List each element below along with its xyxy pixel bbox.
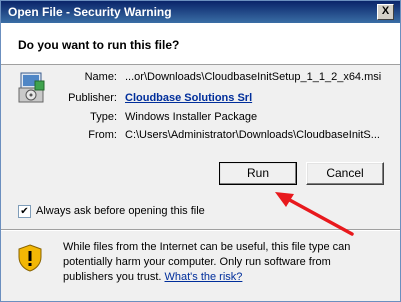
file-source-value: C:\Users\Administrator\Downloads\Cloudba… (125, 129, 380, 141)
whats-the-risk-link[interactable]: What's the risk? (165, 271, 243, 283)
divider-highlight (1, 230, 400, 231)
cancel-button[interactable]: Cancel (306, 162, 384, 185)
from-label: From: (88, 129, 117, 141)
publisher-label: Publisher: (68, 92, 117, 104)
header-panel: Do you want to run this file? (1, 23, 400, 65)
file-type-value: Windows Installer Package (125, 111, 258, 123)
security-shield-icon (18, 244, 42, 272)
run-button[interactable]: Run (219, 162, 297, 185)
file-name-value: ...or\Downloads\CloudbaseInitSetup_1_1_2… (125, 71, 382, 83)
title-bar[interactable]: Open File - Security Warning X (1, 1, 400, 23)
security-warning-text: While files from the Internet can be use… (63, 240, 383, 285)
always-ask-label[interactable]: Always ask before opening this file (36, 205, 205, 217)
publisher-link[interactable]: Cloudbase Solutions Srl (125, 92, 252, 104)
security-warning-dialog: Open File - Security Warning X Do you wa… (0, 0, 401, 302)
name-label: Name: (84, 71, 117, 83)
prompt-question: Do you want to run this file? (18, 38, 180, 52)
window-title: Open File - Security Warning (8, 5, 172, 19)
type-label: Type: (90, 111, 117, 123)
close-button[interactable]: X (377, 4, 394, 20)
always-ask-checkbox[interactable]: ✔ (18, 205, 31, 218)
